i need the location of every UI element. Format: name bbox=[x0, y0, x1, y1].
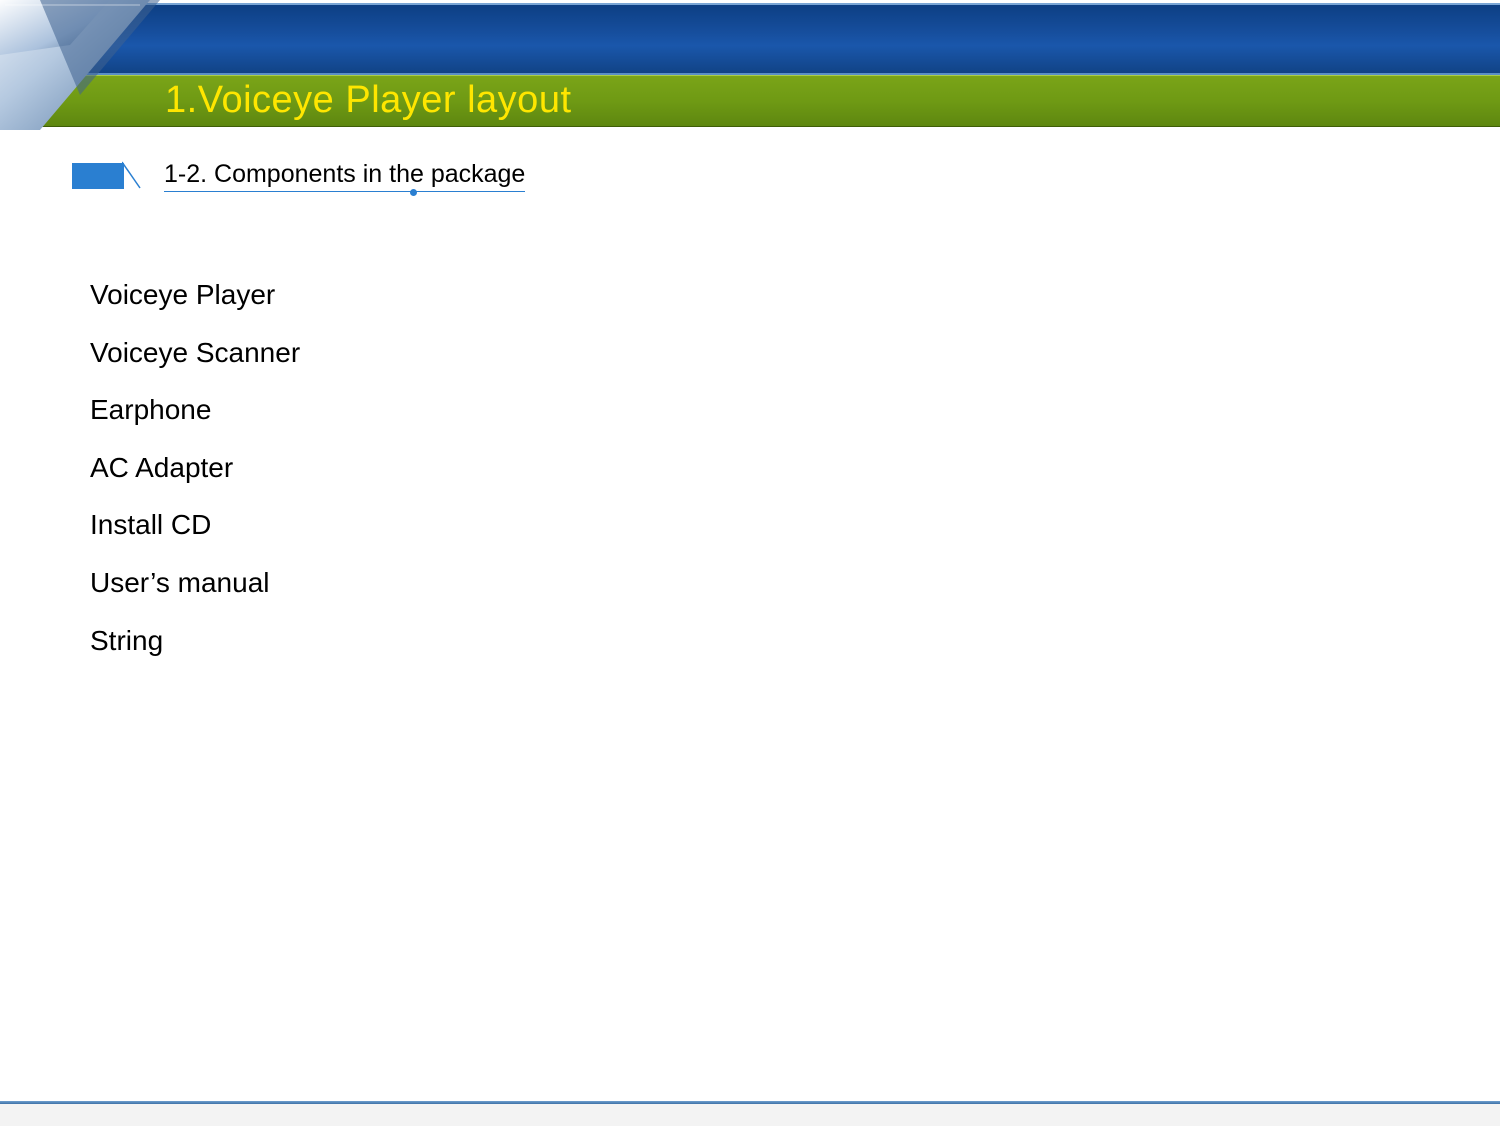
subtitle-connector-icon bbox=[122, 160, 146, 192]
subtitle-row: 1-2. Components in the package bbox=[72, 160, 525, 192]
list-item: Earphone bbox=[90, 393, 300, 427]
subtitle-text: 1-2. Components in the package bbox=[164, 160, 525, 192]
list-item: AC Adapter bbox=[90, 451, 300, 485]
subtitle-label: 1-2. Components in the package bbox=[164, 160, 525, 188]
list-item: Voiceye Scanner bbox=[90, 336, 300, 370]
subtitle-dot-icon bbox=[410, 189, 417, 196]
bottom-margin bbox=[0, 1104, 1500, 1126]
list-item: String bbox=[90, 624, 300, 658]
component-list: Voiceye Player Voiceye Scanner Earphone … bbox=[90, 278, 300, 681]
list-item: User’s manual bbox=[90, 566, 300, 600]
list-item: Install CD bbox=[90, 508, 300, 542]
slide: 1.Voiceye Player layout bbox=[0, 0, 1500, 1126]
slide-title: 1.Voiceye Player layout bbox=[165, 79, 572, 122]
top-banner bbox=[0, 3, 1500, 75]
subtitle-bullet-icon bbox=[72, 163, 124, 189]
title-bar: 1.Voiceye Player layout bbox=[0, 75, 1500, 127]
list-item: Voiceye Player bbox=[90, 278, 300, 312]
